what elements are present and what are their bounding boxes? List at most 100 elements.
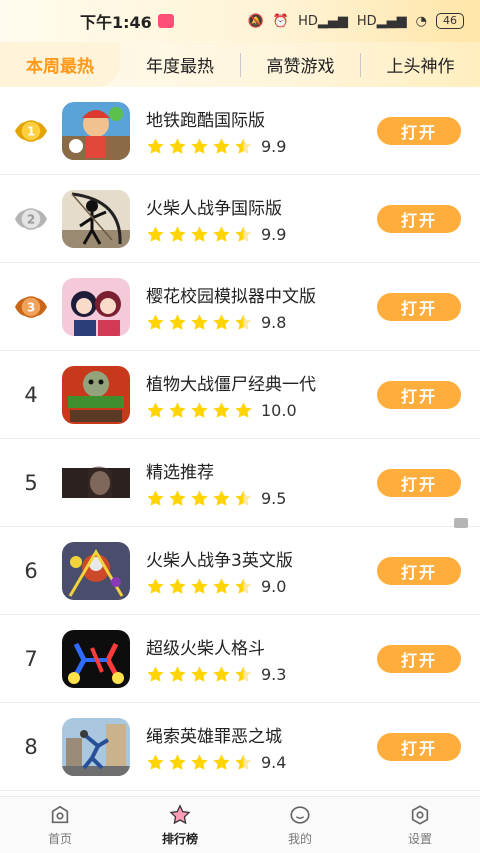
app-info: 火柴人战争国际版 9.9 bbox=[146, 194, 377, 244]
plants-vs-zombies-icon[interactable] bbox=[62, 365, 130, 424]
stick-war-icon[interactable] bbox=[62, 189, 130, 248]
stickman-fight-icon[interactable] bbox=[62, 629, 130, 688]
app-info: 樱花校园模拟器中文版 9.8 bbox=[146, 282, 377, 332]
rating-score: 9.9 bbox=[261, 224, 287, 244]
open-button[interactable]: 打开 bbox=[377, 292, 461, 321]
rank-indicator: 6 bbox=[0, 527, 62, 615]
open-button[interactable]: 打开 bbox=[377, 380, 461, 409]
app-info: 火柴人战争3英文版 9.0 bbox=[146, 546, 377, 596]
app-name[interactable]: 地铁跑酷国际版 bbox=[146, 106, 377, 131]
rating-score: 9.0 bbox=[261, 576, 287, 596]
star-icon bbox=[235, 753, 252, 770]
ranking-star-icon bbox=[169, 803, 191, 824]
tab-weekly-hot[interactable]: 本周最热 bbox=[0, 42, 120, 87]
alarm-icon: ⏰ bbox=[272, 13, 290, 29]
star-icon bbox=[147, 225, 164, 242]
rank-indicator: 8 bbox=[0, 703, 62, 791]
list-item[interactable]: 5 精选推荐 9.5 打开 bbox=[0, 439, 480, 528]
gold-medal-icon: 1 bbox=[15, 119, 47, 142]
list-item[interactable]: 6 火柴人战争3英文版 9.0 打开 bbox=[0, 527, 480, 615]
open-button[interactable]: 打开 bbox=[377, 732, 461, 761]
list-item[interactable]: 2 火柴人战争国际版 9.9 打开 bbox=[0, 175, 480, 263]
wifi-icon: ◔ bbox=[415, 13, 427, 29]
app-info: 绳索英雄罪恶之城 9.4 bbox=[146, 722, 377, 772]
nav-item-home[interactable]: 首页 bbox=[0, 797, 120, 853]
star-icon bbox=[213, 665, 230, 682]
ranking-list: 1 地铁跑酷国际版 9.9 打开 2 火柴人战争国际版 9.9 打开 3 樱花校园模… bbox=[0, 87, 480, 791]
nav-item-settings[interactable]: 设置 bbox=[360, 797, 480, 853]
app-info: 精选推荐 9.5 bbox=[146, 458, 377, 508]
list-item[interactable]: 3 樱花校园模拟器中文版 9.8 打开 bbox=[0, 263, 480, 351]
star-icon bbox=[213, 225, 230, 242]
app-rating: 9.4 bbox=[146, 753, 377, 772]
rating-score: 10.0 bbox=[261, 400, 297, 420]
app-name[interactable]: 樱花校园模拟器中文版 bbox=[146, 282, 377, 307]
rating-score: 9.3 bbox=[261, 664, 287, 684]
star-icon bbox=[235, 489, 252, 506]
star-icon bbox=[169, 753, 186, 770]
open-button[interactable]: 打开 bbox=[377, 644, 461, 673]
app-rating: 9.3 bbox=[146, 665, 377, 684]
rope-hero-icon[interactable] bbox=[62, 717, 130, 776]
list-item[interactable]: 8 绳索英雄罪恶之城 9.4 打开 bbox=[0, 703, 480, 791]
star-icon bbox=[213, 753, 230, 770]
app-rating: 9.5 bbox=[146, 489, 377, 508]
open-button[interactable]: 打开 bbox=[377, 556, 461, 585]
tab-top-rated[interactable]: 高赞游戏 bbox=[241, 42, 360, 87]
home-icon bbox=[51, 805, 69, 823]
star-icon bbox=[147, 313, 164, 330]
stick-war-3-icon[interactable] bbox=[62, 541, 130, 600]
rank-number: 8 bbox=[24, 734, 38, 759]
open-button[interactable]: 打开 bbox=[377, 116, 461, 145]
star-icon bbox=[235, 665, 252, 682]
category-tabs: 本周最热 年度最热 高赞游戏 上头神作 bbox=[0, 42, 480, 87]
status-icons: 🔕 ⏰ HD▂▄▆ HD▂▄▆ ◔ 46 bbox=[248, 13, 464, 29]
tab-yearly-hot[interactable]: 年度最热 bbox=[120, 42, 240, 87]
list-item[interactable]: 4 植物大战僵尸经典一代 10.0 打开 bbox=[0, 351, 480, 439]
star-icon bbox=[169, 137, 186, 154]
nav-item-profile[interactable]: 我的 bbox=[240, 797, 360, 853]
star-icon bbox=[191, 225, 208, 242]
star-icon bbox=[191, 137, 208, 154]
featured-photo-icon[interactable] bbox=[62, 453, 130, 512]
app-name[interactable]: 火柴人战争国际版 bbox=[146, 194, 377, 219]
app-rating: 9.9 bbox=[146, 137, 377, 156]
rank-indicator: 2 bbox=[0, 175, 62, 263]
settings-icon bbox=[411, 804, 429, 825]
svg-text:3: 3 bbox=[27, 300, 35, 314]
star-icon bbox=[213, 137, 230, 154]
nav-item-ranking-star[interactable]: 排行榜 bbox=[120, 797, 240, 853]
profile-icon bbox=[290, 805, 310, 824]
subway-surfers-icon[interactable] bbox=[62, 101, 130, 160]
sakura-school-icon[interactable] bbox=[62, 277, 130, 336]
star-icon bbox=[213, 577, 230, 594]
open-button[interactable]: 打开 bbox=[377, 468, 461, 497]
app-info: 植物大战僵尸经典一代 10.0 bbox=[146, 370, 377, 420]
app-name[interactable]: 绳索英雄罪恶之城 bbox=[146, 722, 377, 747]
star-icon bbox=[235, 401, 252, 418]
app-info: 超级火柴人格斗 9.3 bbox=[146, 634, 377, 684]
bottom-nav: 首页 排行榜 我的 设置 bbox=[0, 796, 480, 853]
mute-icon: 🔕 bbox=[247, 13, 264, 29]
star-icon bbox=[235, 137, 252, 154]
list-item[interactable]: 7 超级火柴人格斗 9.3 打开 bbox=[0, 615, 480, 703]
app-name[interactable]: 火柴人战争3英文版 bbox=[146, 546, 377, 571]
list-item[interactable]: 1 地铁跑酷国际版 9.9 打开 bbox=[0, 87, 480, 175]
svg-text:1: 1 bbox=[27, 124, 35, 138]
star-icon bbox=[235, 313, 252, 330]
star-icon bbox=[191, 577, 208, 594]
battery-icon: 46 bbox=[436, 13, 464, 29]
star-icon bbox=[169, 665, 186, 682]
star-icon bbox=[169, 313, 186, 330]
app-name[interactable]: 精选推荐 bbox=[146, 458, 377, 483]
star-icon bbox=[235, 577, 252, 594]
star-icon bbox=[169, 225, 186, 242]
signal-1-icon: HD▂▄▆ bbox=[298, 13, 348, 29]
app-name[interactable]: 植物大战僵尸经典一代 bbox=[146, 370, 377, 395]
rating-score: 9.9 bbox=[261, 136, 287, 156]
star-icon bbox=[147, 489, 164, 506]
app-name[interactable]: 超级火柴人格斗 bbox=[146, 634, 377, 659]
star-icon bbox=[169, 577, 186, 594]
tab-addictive[interactable]: 上头神作 bbox=[361, 42, 480, 87]
open-button[interactable]: 打开 bbox=[377, 204, 461, 233]
